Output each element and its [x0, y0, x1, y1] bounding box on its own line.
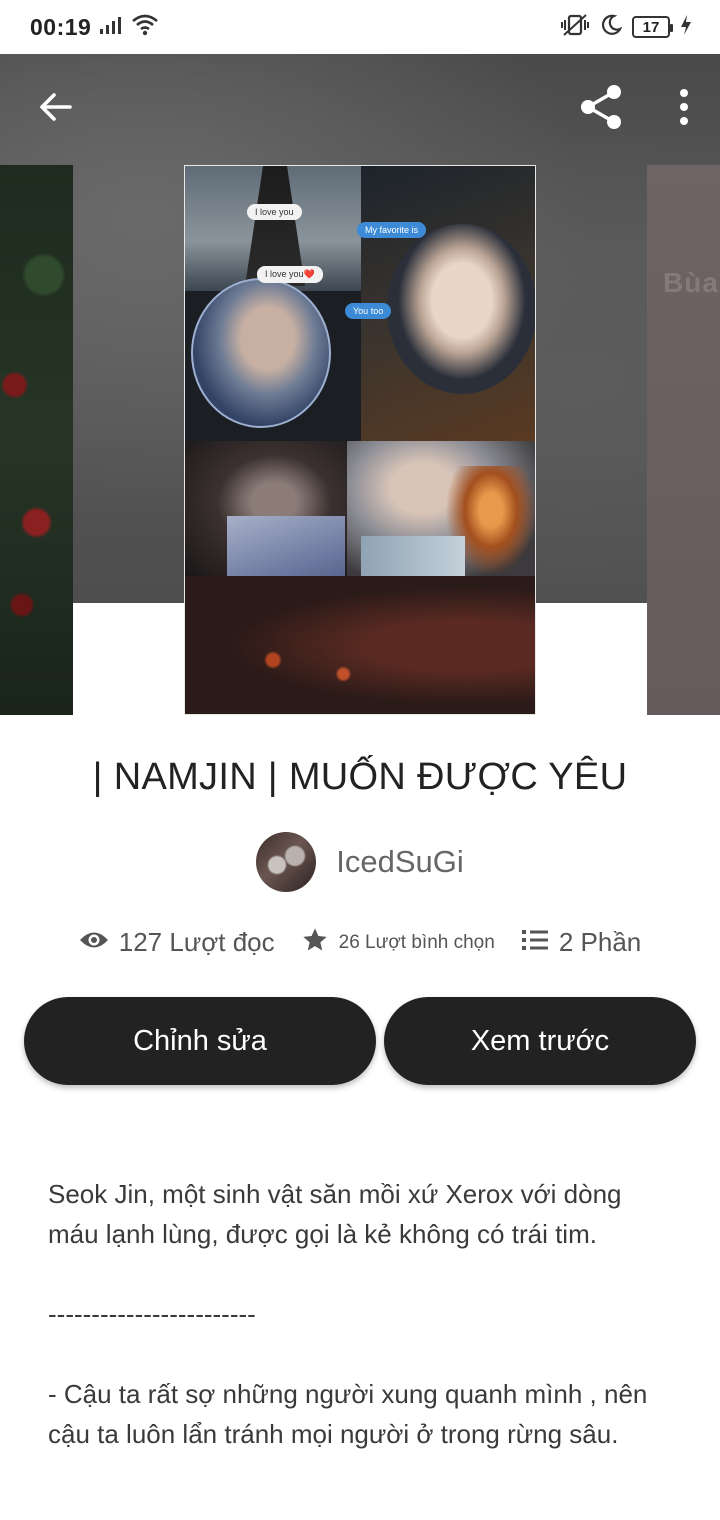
star-icon — [301, 926, 329, 959]
cover-next-title: Bùa — [663, 267, 719, 298]
stat-votes: 26 Lượt bình chọn — [301, 926, 495, 959]
stat-parts-label: 2 Phần — [558, 927, 642, 957]
battery-level: 17 — [632, 16, 673, 38]
collage-face-right — [387, 224, 535, 394]
back-arrow-icon[interactable] — [36, 87, 76, 132]
preview-button[interactable]: Xem trước — [384, 997, 696, 1085]
stat-reads: 127 Lượt đọc — [79, 927, 275, 958]
collage-bottom-panel — [185, 576, 535, 714]
chat-bubble-2: My favorite is — [357, 222, 427, 238]
description-paragraph: Seok Jin, một sinh vật săn mồi xứ Xerox … — [48, 1179, 622, 1249]
share-icon[interactable] — [576, 82, 626, 137]
charging-icon — [680, 14, 692, 41]
top-toolbar — [0, 54, 720, 164]
battery-icon: 17 — [632, 16, 673, 38]
wifi-icon — [131, 14, 159, 41]
description-paragraph: - Cậu ta rất sợ những người xung quanh m… — [48, 1379, 648, 1449]
cover-next[interactable]: Bùa — [647, 165, 720, 715]
status-right: 17 — [560, 13, 692, 42]
vibrate-icon — [560, 13, 590, 42]
cover-previous[interactable] — [0, 165, 73, 715]
story-description: Seok Jin, một sinh vật săn mồi xứ Xerox … — [48, 1174, 678, 1494]
chat-bubble-3: I love you❤️ — [257, 266, 323, 283]
top-actions — [576, 82, 690, 137]
author-name[interactable]: IcedSuGi — [336, 844, 464, 880]
story-title: | NAMJIN | MUỐN ĐƯỢC YÊU — [92, 756, 628, 798]
collage-face-left-circle — [191, 278, 331, 428]
avatar[interactable] — [256, 832, 317, 892]
status-left: 00:19 — [30, 14, 159, 41]
stat-parts: 2 Phần — [521, 927, 641, 958]
author-row[interactable]: IcedSuGi — [0, 832, 720, 892]
chat-bubble-4: You too — [345, 303, 392, 319]
more-vertical-icon[interactable] — [678, 87, 690, 132]
stats-row: 127 Lượt đọc 26 Lượt bình chọn 2 Phần — [0, 926, 720, 959]
signal-icon — [99, 15, 123, 40]
status-time: 00:19 — [30, 13, 92, 40]
chat-bubble-1: I love you — [247, 204, 302, 220]
stat-reads-label: 127 Lượt đọc — [118, 927, 275, 957]
description-divider: ------------------------ — [48, 1299, 256, 1329]
stat-votes-label: 26 Lượt bình chọn — [338, 931, 495, 953]
moon-icon — [600, 14, 623, 41]
collage-light-strip — [361, 536, 465, 576]
eye-icon — [79, 929, 109, 956]
list-icon — [521, 928, 549, 957]
status-bar: 00:19 17 — [0, 0, 720, 54]
cover-main[interactable]: I love you My favorite is I love you❤️ Y… — [184, 165, 536, 715]
edit-button[interactable]: Chỉnh sửa — [24, 997, 376, 1085]
